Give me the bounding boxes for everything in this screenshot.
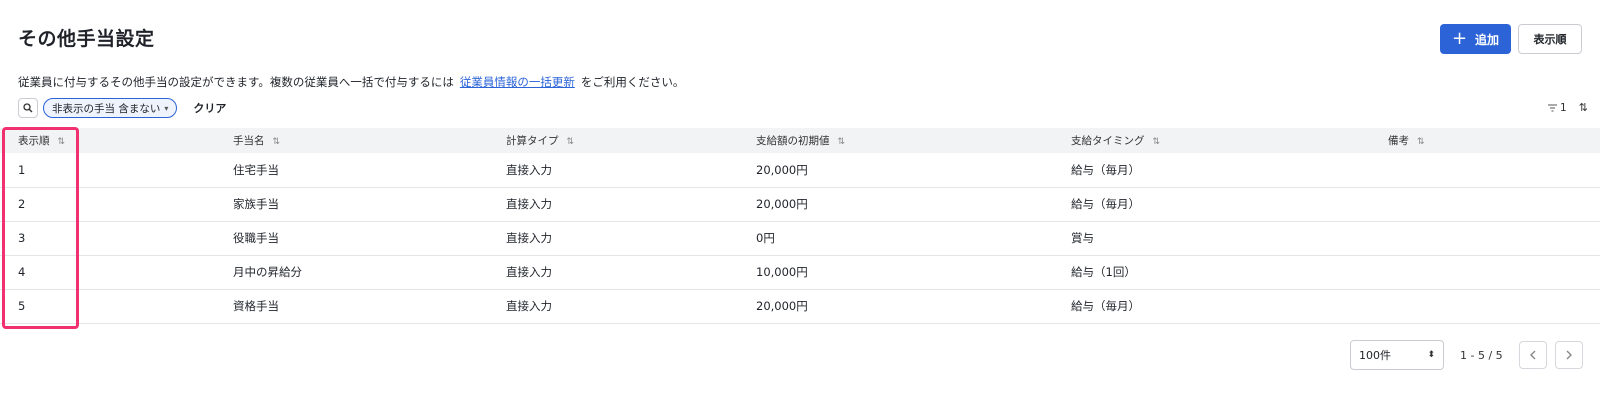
column-header-name[interactable]: 手当名 ⇅ [215, 128, 488, 153]
display-order-button[interactable]: 表示順 [1518, 24, 1582, 54]
cell-order: 2 [18, 197, 26, 211]
plus-icon: + [1451, 28, 1468, 49]
display-order-button-label: 表示順 [1533, 33, 1567, 46]
cell-order: 4 [18, 265, 26, 279]
select-updown-icon: ⬍ [1427, 350, 1435, 360]
column-header-notes[interactable]: 備考 ⇅ [1370, 128, 1600, 153]
filter-lines-icon [1548, 104, 1557, 111]
clear-filter-button[interactable]: クリア [193, 100, 226, 116]
page-description: 従業員に付与するその他手当の設定ができます。複数の従業員へ一括で付与するには 従業… [18, 74, 684, 90]
search-button[interactable] [18, 98, 38, 118]
cell-calc-type: 直接入力 [506, 197, 552, 211]
cell-notes [1370, 221, 1600, 255]
sort-arrows-icon[interactable]: ⇅ [1579, 101, 1588, 114]
cell-calc-type: 直接入力 [506, 231, 552, 245]
filter-bar: 非表示の手当 含まない ▾ クリア [18, 98, 226, 118]
cell-order: 1 [18, 162, 26, 177]
cell-name: 役職手当 [233, 231, 279, 245]
cell-default-amount: 10,000円 [756, 265, 808, 279]
cell-name: 月中の昇給分 [233, 265, 302, 279]
filter-count-button[interactable]: 1 [1548, 102, 1567, 114]
cell-calc-type: 直接入力 [506, 162, 552, 177]
cell-notes [1370, 187, 1600, 221]
caret-down-icon: ▾ [164, 103, 169, 113]
column-header-timing[interactable]: 支給タイミング ⇅ [1053, 128, 1370, 153]
cell-notes [1370, 255, 1600, 289]
cell-calc-type: 直接入力 [506, 299, 552, 313]
cell-name: 住宅手当 [233, 162, 279, 177]
sort-icon: ⇅ [837, 137, 846, 147]
sort-icon: ⇅ [57, 137, 66, 147]
chevron-right-icon [1566, 350, 1572, 360]
cell-default-amount: 20,000円 [756, 299, 808, 313]
cell-default-amount: 0円 [756, 231, 775, 245]
table-row[interactable]: 5 資格手当 直接入力 20,000円 給与（毎月） [0, 289, 1600, 323]
add-button-label: 追加 [1475, 32, 1500, 47]
table-row[interactable]: 4 月中の昇給分 直接入力 10,000円 給与（1回） [0, 255, 1600, 289]
per-page-value: 100件 [1359, 349, 1391, 362]
page-title: その他手当設定 [18, 28, 155, 50]
cell-calc-type: 直接入力 [506, 265, 552, 279]
per-page-select[interactable]: 100件 ⬍ [1350, 340, 1444, 370]
table-row[interactable]: 2 家族手当 直接入力 20,000円 給与（毎月） [0, 187, 1600, 221]
description-text: 従業員に付与するその他手当の設定ができます。複数の従業員へ一括で付与するには [18, 75, 454, 89]
pagination: 100件 ⬍ 1 - 5 / 5 [1350, 340, 1583, 370]
column-header-order[interactable]: 表示順 ⇅ [0, 128, 215, 153]
column-header-calc-type[interactable]: 計算タイプ ⇅ [488, 128, 738, 153]
cell-timing: 給与（毎月） [1071, 162, 1140, 177]
cell-name: 資格手当 [233, 299, 279, 313]
cell-default-amount: 20,000円 [756, 197, 808, 211]
add-button[interactable]: + 追加 [1440, 24, 1511, 54]
description-text-after: をご利用ください。 [580, 75, 685, 89]
table-header-row: 表示順 ⇅ 手当名 ⇅ 計算タイプ ⇅ 支給額の初期値 ⇅ 支給タイミング ⇅ 備考 ⇅ [0, 128, 1600, 153]
sort-icon: ⇅ [1417, 137, 1425, 147]
chevron-left-icon [1529, 350, 1536, 360]
cell-timing: 賞与 [1071, 231, 1094, 245]
cell-timing: 給与（1回） [1071, 265, 1136, 279]
filter-count: 1 [1560, 101, 1567, 114]
table-tools: 1 ⇅ [1548, 101, 1588, 114]
sort-icon: ⇅ [1152, 137, 1161, 147]
previous-page-button[interactable] [1518, 341, 1547, 369]
cell-default-amount: 20,000円 [756, 162, 808, 177]
sort-icon: ⇅ [272, 137, 281, 147]
allowance-table: 表示順 ⇅ 手当名 ⇅ 計算タイプ ⇅ 支給額の初期値 ⇅ 支給タイミング ⇅ 備考 ⇅ 1… [0, 128, 1600, 324]
cell-notes [1370, 153, 1600, 187]
sort-icon: ⇅ [566, 137, 575, 147]
column-header-default-amount[interactable]: 支給額の初期値 ⇅ [738, 128, 1053, 153]
hidden-allowance-filter-chip[interactable]: 非表示の手当 含まない ▾ [43, 98, 178, 118]
filter-chip-label: 非表示の手当 含まない [52, 102, 161, 115]
table-row[interactable]: 1 住宅手当 直接入力 20,000円 給与（毎月） [0, 153, 1600, 187]
search-icon [23, 103, 33, 113]
cell-name: 家族手当 [233, 197, 279, 211]
cell-notes [1370, 289, 1600, 323]
next-page-button[interactable] [1554, 341, 1583, 369]
cell-timing: 給与（毎月） [1071, 299, 1140, 313]
page-range: 1 - 5 / 5 [1460, 348, 1503, 362]
cell-order: 3 [18, 231, 26, 245]
bulk-update-link[interactable]: 従業員情報の一括更新 [460, 75, 575, 89]
cell-timing: 給与（毎月） [1071, 197, 1140, 211]
cell-order: 5 [18, 299, 26, 313]
table-row[interactable]: 3 役職手当 直接入力 0円 賞与 [0, 221, 1600, 255]
